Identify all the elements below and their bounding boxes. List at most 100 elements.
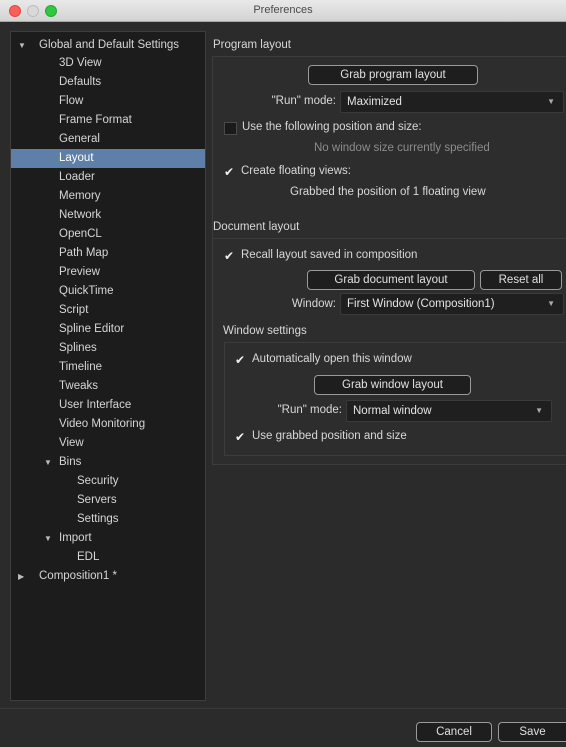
tree-item-quicktime[interactable]: QuickTime (11, 282, 205, 301)
tree-item-label: Spline Editor (59, 323, 125, 335)
window-run-mode-select[interactable]: Normal window ▼ (346, 400, 552, 422)
triangle-down-icon[interactable]: ▼ (44, 529, 52, 548)
tree-item-security[interactable]: Security (11, 472, 205, 491)
tree-item-label: Loader (59, 171, 95, 183)
tree-item-splines[interactable]: Splines (11, 339, 205, 358)
tree-item-3d-view[interactable]: 3D View (11, 54, 205, 73)
checkmark-icon: ✔ (224, 249, 235, 263)
chevron-down-icon: ▼ (535, 406, 543, 415)
tree-item-defaults[interactable]: Defaults (11, 73, 205, 92)
tree-item-label: View (59, 437, 84, 449)
tree-item-layout[interactable]: Layout (11, 149, 205, 168)
tree-item-import[interactable]: ▼ Import (11, 529, 205, 548)
window-label: Window: (291, 298, 336, 310)
tree-item-label: Timeline (59, 361, 103, 373)
tree-item-frame-format[interactable]: Frame Format (11, 111, 205, 130)
tree-item-general[interactable]: General (11, 130, 205, 149)
tree-item-label: Frame Format (59, 114, 132, 126)
tree-item-timeline[interactable]: Timeline (11, 358, 205, 377)
window-settings-heading: Window settings (223, 325, 307, 337)
window-run-mode-value: Normal window (353, 405, 432, 417)
window-titlebar: Preferences (0, 0, 566, 22)
tree-item-label: OpenCL (59, 228, 102, 240)
program-run-mode-select[interactable]: Maximized ▼ (340, 91, 564, 113)
no-window-size-text: No window size currently specified (314, 142, 490, 154)
chevron-down-icon: ▼ (547, 299, 555, 308)
triangle-right-icon[interactable]: ▶ (18, 567, 24, 586)
tree-item-tweaks[interactable]: Tweaks (11, 377, 205, 396)
grab-program-layout-button[interactable]: Grab program layout (308, 65, 478, 85)
use-position-checkbox[interactable] (224, 122, 237, 135)
grab-document-layout-button[interactable]: Grab document layout (307, 270, 475, 290)
auto-open-checkbox[interactable]: ✔ (235, 354, 248, 367)
use-grabbed-checkbox[interactable]: ✔ (235, 431, 248, 444)
floating-views-label: Create floating views: (241, 165, 351, 177)
tree-item-preview[interactable]: Preview (11, 263, 205, 282)
program-layout-heading: Program layout (213, 39, 291, 51)
tree-root-global[interactable]: ▼ Global and Default Settings (11, 36, 205, 55)
window-title: Preferences (253, 4, 313, 16)
tree-item-label: Settings (77, 513, 119, 525)
tree-item-label: Flow (59, 95, 84, 107)
tree-item-composition1[interactable]: ▶ Composition1 * (11, 567, 205, 586)
window-select[interactable]: First Window (Composition1) ▼ (340, 293, 564, 315)
tree-item-label: Path Map (59, 247, 109, 259)
tree-item-spline-editor[interactable]: Spline Editor (11, 320, 205, 339)
tree-item-user-interface[interactable]: User Interface (11, 396, 205, 415)
tree-item-network[interactable]: Network (11, 206, 205, 225)
tree-item-script[interactable]: Script (11, 301, 205, 320)
tree-item-memory[interactable]: Memory (11, 187, 205, 206)
program-run-mode-value: Maximized (347, 96, 402, 108)
layout-settings-panel: Program layout Grab program layout "Run"… (206, 31, 566, 701)
tree-item-flow[interactable]: Flow (11, 92, 205, 111)
save-button[interactable]: Save (498, 722, 566, 742)
tree-item-loader[interactable]: Loader (11, 168, 205, 187)
tree-item-video-monitoring[interactable]: Video Monitoring (11, 415, 205, 434)
tree-item-edl[interactable]: EDL (11, 548, 205, 567)
tree-item-bins[interactable]: ▼ Bins (11, 453, 205, 472)
tree-item-label: Layout (59, 152, 94, 164)
tree-item-label: EDL (77, 551, 100, 563)
tree-item-label: General (59, 133, 100, 145)
auto-open-label: Automatically open this window (252, 353, 412, 365)
use-grabbed-label: Use grabbed position and size (252, 430, 407, 442)
tree-item-servers[interactable]: Servers (11, 491, 205, 510)
tree-item-label: Preview (59, 266, 100, 278)
tree-item-label: Splines (59, 342, 97, 354)
checkmark-icon: ✔ (224, 165, 235, 179)
recall-layout-label: Recall layout saved in composition (241, 249, 418, 261)
tree-item-label: Composition1 * (39, 570, 117, 582)
tree-item-path-map[interactable]: Path Map (11, 244, 205, 263)
grabbed-floating-text: Grabbed the position of 1 floating view (290, 186, 486, 198)
tree-item-label: Servers (77, 494, 117, 506)
triangle-down-icon[interactable]: ▼ (44, 453, 52, 472)
tree-item-label: Memory (59, 190, 101, 202)
tree-item-label: Network (59, 209, 102, 221)
tree-item-label: 3D View (59, 57, 102, 69)
tree-item-label: Tweaks (59, 380, 98, 392)
tree-item-opencl[interactable]: OpenCL (11, 225, 205, 244)
tree-item-label: Script (59, 304, 89, 316)
document-layout-heading: Document layout (213, 221, 300, 233)
tree-item-label: Bins (59, 456, 82, 468)
reset-all-button[interactable]: Reset all (480, 270, 562, 290)
use-position-label: Use the following position and size: (242, 121, 422, 133)
window-run-mode-label: "Run" mode: (277, 404, 342, 416)
tree-item-settings[interactable]: Settings (11, 510, 205, 529)
tree-root-label: Global and Default Settings (39, 39, 180, 51)
recall-layout-checkbox[interactable]: ✔ (224, 250, 237, 263)
triangle-down-icon[interactable]: ▼ (18, 36, 26, 55)
window-select-value: First Window (Composition1) (347, 298, 495, 310)
dialog-footer: Cancel Save (0, 708, 566, 747)
checkmark-icon: ✔ (235, 353, 246, 367)
program-run-mode-label: "Run" mode: (271, 95, 336, 107)
grab-window-layout-button[interactable]: Grab window layout (314, 375, 471, 395)
floating-views-checkbox[interactable]: ✔ (224, 166, 237, 179)
preferences-tree[interactable]: ▼ Global and Default Settings 3D View De… (10, 31, 206, 701)
cancel-button[interactable]: Cancel (416, 722, 492, 742)
tree-item-label: User Interface (59, 399, 132, 411)
tree-item-label: Defaults (59, 76, 102, 88)
tree-item-label: Video Monitoring (59, 418, 146, 430)
tree-item-label: QuickTime (59, 285, 114, 297)
tree-item-view[interactable]: View (11, 434, 205, 453)
